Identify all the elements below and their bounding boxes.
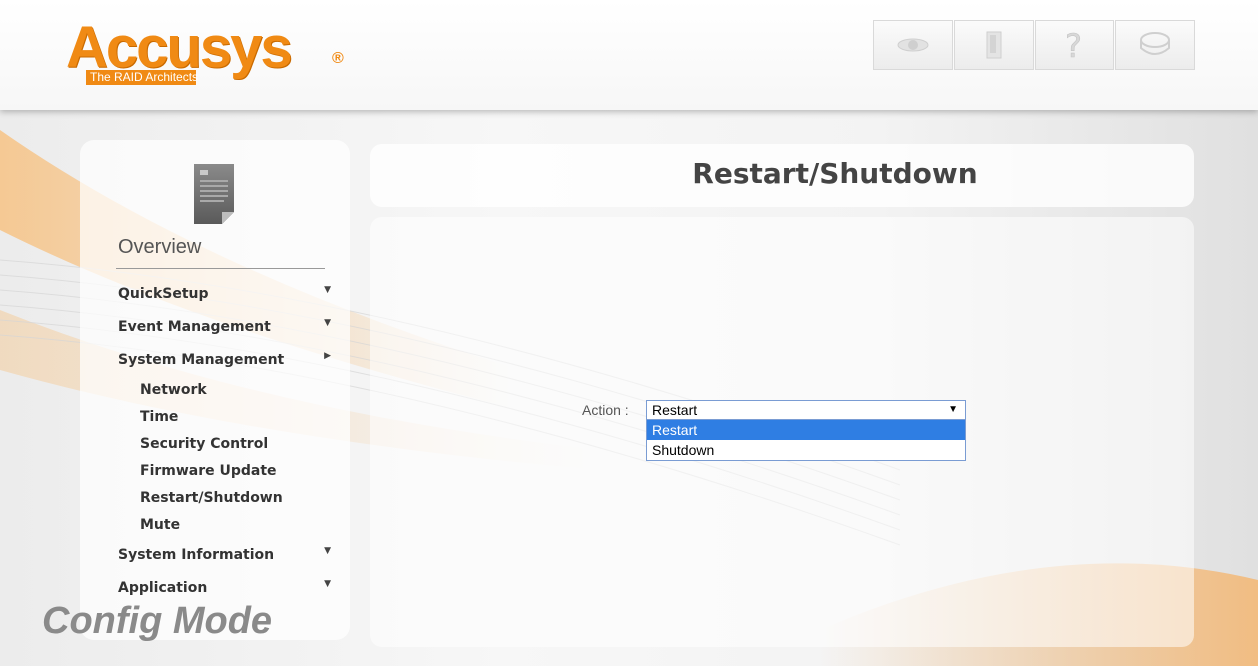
sidebar-item-system-management[interactable]: System Management ▶ <box>118 344 333 377</box>
sidebar-item-label: QuickSetup <box>118 286 209 302</box>
help-button[interactable]: ? <box>1034 20 1115 70</box>
sidebar-subitem-network[interactable]: Network <box>118 377 333 404</box>
sidebar-subitem-time[interactable]: Time <box>118 404 333 431</box>
sidebar-subitem-security-control[interactable]: Security Control <box>118 431 333 458</box>
sidebar-item-label: Application <box>118 580 208 596</box>
chevron-down-icon: ▼ <box>324 546 331 556</box>
sidebar-item-label: System Information <box>118 547 275 563</box>
sidebar-item-system-information[interactable]: System Information ▼ <box>118 539 333 572</box>
svg-text:?: ? <box>1065 29 1082 61</box>
chevron-down-icon: ▼ <box>324 285 331 295</box>
option-shutdown[interactable]: Shutdown <box>647 440 965 460</box>
sidebar-subitem-mute[interactable]: Mute <box>118 512 333 539</box>
chevron-right-icon: ▶ <box>324 351 331 361</box>
disk-button[interactable] <box>1115 20 1195 70</box>
option-restart[interactable]: Restart <box>647 420 965 440</box>
page-title: Restart/Shutdown <box>692 157 978 190</box>
disk-icon <box>1140 32 1171 55</box>
sidebar-subitem-restart-shutdown[interactable]: Restart/Shutdown <box>118 485 333 512</box>
logo-registered-mark: ® <box>332 50 344 67</box>
overview-heading: Overview <box>118 236 202 258</box>
logout-button[interactable] <box>953 20 1034 70</box>
action-select-value: Restart <box>652 402 698 418</box>
chevron-down-icon: ▼ <box>324 579 331 589</box>
title-panel: Restart/Shutdown <box>370 144 1194 207</box>
help-icon: ? <box>1065 29 1083 61</box>
header-toolbar: ? <box>873 20 1196 70</box>
sidebar-item-label: System Management <box>118 352 285 368</box>
top-header: Accusys ® The RAID Architects ? <box>0 0 1258 110</box>
action-select[interactable]: Restart ▼ <box>646 400 966 420</box>
document-icon <box>194 164 234 224</box>
action-label: Action : <box>582 402 629 418</box>
accusys-logo: Accusys ® The RAID Architects <box>66 14 356 104</box>
overview-divider <box>116 268 325 269</box>
logo-tagline: The RAID Architects <box>86 69 322 85</box>
sidebar-item-quicksetup[interactable]: QuickSetup ▼ <box>118 278 333 311</box>
action-dropdown-list: Restart Shutdown <box>646 420 966 461</box>
sidebar-subitem-firmware-update[interactable]: Firmware Update <box>118 458 333 485</box>
chevron-down-icon: ▼ <box>948 404 958 415</box>
view-icon <box>897 38 929 52</box>
sidebar-item-label: Event Management <box>118 319 271 335</box>
view-button[interactable] <box>873 20 953 70</box>
logout-door-icon <box>986 31 1002 59</box>
chevron-down-icon: ▼ <box>324 318 331 328</box>
config-mode-label: Config Mode <box>42 600 273 642</box>
sidebar-panel: Overview QuickSetup ▼ Event Management ▼… <box>80 140 350 640</box>
logo-tagline-text: The RAID Architects <box>90 70 199 84</box>
sidebar-item-event-management[interactable]: Event Management ▼ <box>118 311 333 344</box>
sidebar-menu: QuickSetup ▼ Event Management ▼ System M… <box>118 278 333 605</box>
